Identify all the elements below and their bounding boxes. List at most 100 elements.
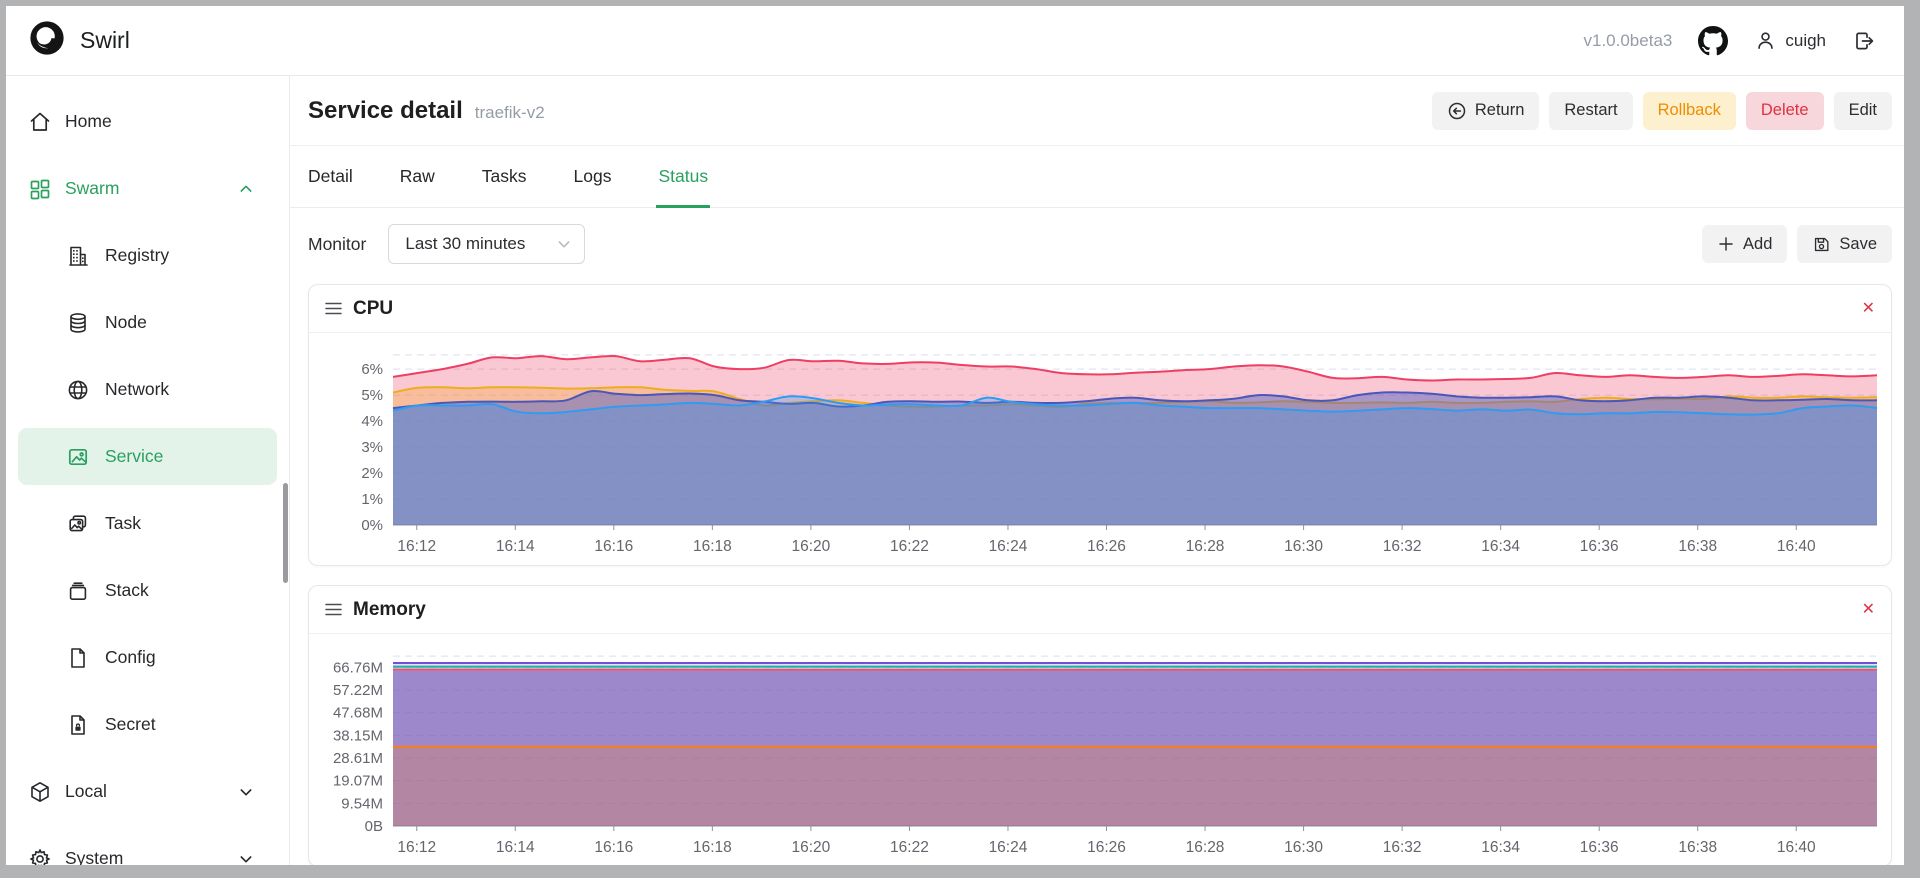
- svg-text:0B: 0B: [365, 818, 383, 835]
- svg-text:16:14: 16:14: [496, 538, 535, 555]
- svg-text:16:36: 16:36: [1580, 839, 1619, 856]
- svg-text:16:26: 16:26: [1087, 839, 1126, 856]
- svg-text:16:34: 16:34: [1481, 538, 1520, 555]
- svg-text:16:24: 16:24: [989, 538, 1028, 555]
- plus-icon: [1719, 237, 1733, 251]
- sidebar-item-task[interactable]: Task: [6, 490, 289, 557]
- image-icon: [66, 445, 90, 469]
- svg-text:16:18: 16:18: [693, 538, 732, 555]
- svg-text:57.22M: 57.22M: [333, 682, 383, 699]
- app-window: Swirl v1.0.0beta3 cuigh Home Swarm Regis…: [6, 6, 1904, 865]
- service-name: traefik-v2: [474, 103, 545, 122]
- svg-text:16:12: 16:12: [397, 538, 436, 555]
- drag-handle-icon[interactable]: [325, 603, 342, 616]
- svg-text:16:28: 16:28: [1186, 839, 1225, 856]
- svg-text:16:12: 16:12: [397, 839, 436, 856]
- svg-text:66.76M: 66.76M: [333, 659, 383, 676]
- svg-text:16:40: 16:40: [1777, 538, 1816, 555]
- sidebar-item-node[interactable]: Node: [6, 289, 289, 356]
- swirl-logo-icon: [28, 19, 66, 62]
- rollback-button[interactable]: Rollback: [1642, 91, 1736, 130]
- cpu-panel: CPU ✕ 0% 1% 2% 3% 4% 5% 6% 16:12 16:14 16:16 16:18…: [308, 284, 1892, 566]
- chart-title: CPU: [353, 297, 394, 319]
- app-title: Swirl: [80, 27, 130, 53]
- memory-chart: 0B 9.54M 19.07M 28.61M 38.15M 47.68M 57.22M 66.…: [309, 634, 1891, 865]
- restart-button[interactable]: Restart: [1549, 91, 1633, 130]
- images-icon: [66, 512, 90, 536]
- cube-icon: [28, 780, 52, 804]
- sidebar-item-registry[interactable]: Registry: [6, 222, 289, 289]
- svg-text:16:36: 16:36: [1580, 538, 1619, 555]
- tab-logs[interactable]: Logs: [574, 146, 612, 207]
- main-content: Service detail traefik-v2 Return Restart…: [290, 76, 1904, 865]
- tab-tasks[interactable]: Tasks: [482, 146, 527, 207]
- svg-text:16:16: 16:16: [594, 538, 633, 555]
- time-range-select[interactable]: Last 30 minutes: [388, 224, 586, 264]
- cpu-chart: 0% 1% 2% 3% 4% 5% 6% 16:12 16:14 16:16 16:18 16:20 1…: [309, 333, 1891, 565]
- tab-raw[interactable]: Raw: [400, 146, 435, 207]
- sidebar-item-home[interactable]: Home: [6, 88, 289, 155]
- sidebar-item-stack[interactable]: Stack: [6, 557, 289, 624]
- chevron-up-icon[interactable]: [238, 181, 254, 197]
- sidebar-item-swarm[interactable]: Swarm: [6, 155, 289, 222]
- svg-text:16:20: 16:20: [791, 839, 830, 856]
- chart-title: Memory: [353, 598, 426, 620]
- tab-status[interactable]: Status: [656, 146, 710, 208]
- close-icon[interactable]: ✕: [1862, 300, 1875, 317]
- svg-text:28.61M: 28.61M: [333, 750, 383, 767]
- sidebar-item-config[interactable]: Config: [6, 624, 289, 691]
- svg-text:2%: 2%: [361, 465, 383, 482]
- delete-button[interactable]: Delete: [1745, 91, 1824, 130]
- svg-text:16:14: 16:14: [496, 839, 535, 856]
- svg-text:0%: 0%: [361, 517, 383, 534]
- sidebar-item-network[interactable]: Network: [6, 356, 289, 423]
- close-icon[interactable]: ✕: [1862, 601, 1875, 618]
- sidebar-item-service[interactable]: Service: [6, 423, 289, 490]
- sidebar-scrollbar[interactable]: [283, 483, 288, 583]
- logout-icon[interactable]: [1852, 29, 1876, 53]
- svg-text:16:34: 16:34: [1481, 839, 1520, 856]
- edit-button[interactable]: Edit: [1833, 91, 1892, 130]
- svg-text:16:22: 16:22: [890, 538, 929, 555]
- sidebar: Home Swarm Registry Node Network Service…: [6, 76, 290, 865]
- svg-text:38.15M: 38.15M: [333, 727, 383, 744]
- user-icon: [1758, 32, 1774, 49]
- github-icon[interactable]: [1698, 25, 1729, 56]
- sidebar-item-system[interactable]: System: [6, 825, 289, 865]
- svg-text:16:32: 16:32: [1383, 839, 1422, 856]
- database-icon: [66, 311, 90, 335]
- sidebar-item-local[interactable]: Local: [6, 758, 289, 825]
- svg-text:16:24: 16:24: [989, 839, 1028, 856]
- globe-icon: [66, 378, 90, 402]
- chevron-down-icon[interactable]: [238, 784, 254, 800]
- svg-text:16:26: 16:26: [1087, 538, 1126, 555]
- svg-text:16:40: 16:40: [1777, 839, 1816, 856]
- svg-text:16:16: 16:16: [594, 839, 633, 856]
- file-lock-icon: [66, 713, 90, 737]
- svg-text:9.54M: 9.54M: [341, 795, 383, 812]
- svg-text:16:38: 16:38: [1678, 839, 1717, 856]
- sidebar-item-secret[interactable]: Secret: [6, 691, 289, 758]
- save-icon: [1815, 237, 1829, 251]
- svg-text:19.07M: 19.07M: [333, 773, 383, 790]
- chevron-down-icon: [558, 241, 570, 248]
- brand[interactable]: Swirl: [28, 19, 130, 62]
- memory-panel: Memory ✕ 0B 9.54M 19.07M 28.61M 38.15M 47.68M…: [308, 585, 1892, 865]
- home-icon: [28, 110, 52, 134]
- add-button[interactable]: Add: [1702, 225, 1788, 263]
- tab-detail[interactable]: Detail: [308, 146, 353, 207]
- version-label: v1.0.0beta3: [1583, 30, 1673, 50]
- svg-text:6%: 6%: [361, 361, 383, 378]
- svg-text:16:30: 16:30: [1284, 839, 1323, 856]
- registry-icon: [66, 244, 90, 268]
- return-arrow-icon: [1448, 102, 1466, 119]
- svg-text:16:20: 16:20: [791, 538, 830, 555]
- svg-text:47.68M: 47.68M: [333, 705, 383, 722]
- svg-text:3%: 3%: [361, 439, 383, 456]
- save-button[interactable]: Save: [1797, 225, 1892, 263]
- gear-icon: [28, 847, 52, 865]
- user-menu[interactable]: cuigh: [1754, 29, 1826, 52]
- chevron-down-icon[interactable]: [238, 851, 254, 866]
- return-button[interactable]: Return: [1431, 91, 1540, 130]
- drag-handle-icon[interactable]: [325, 302, 342, 315]
